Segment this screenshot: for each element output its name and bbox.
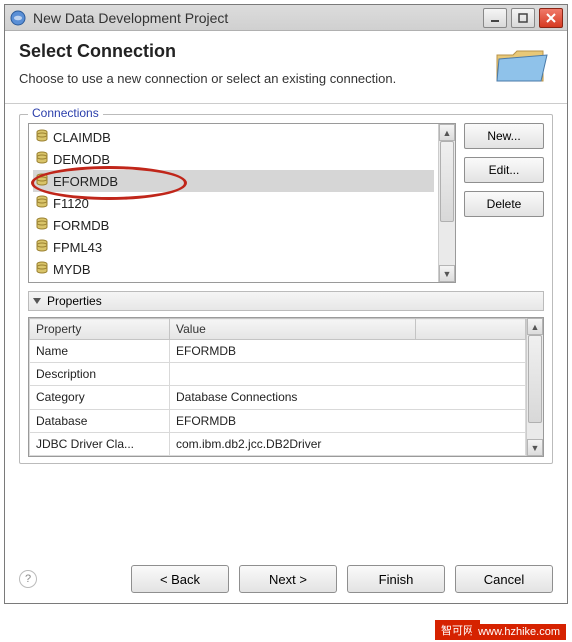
properties-label: Properties [47, 294, 102, 308]
prop-key: Category [30, 386, 170, 409]
title-bar: New Data Development Project [5, 5, 567, 31]
scroll-up-button[interactable]: ▲ [527, 318, 543, 335]
prop-key: Description [30, 363, 170, 386]
window-controls [483, 8, 563, 28]
watermark-right: www.hzhike.com [472, 624, 566, 640]
scroll-track[interactable] [439, 141, 455, 265]
prop-value: Database Connections [170, 386, 526, 409]
connection-label: CLAIMDB [53, 130, 111, 145]
app-icon [9, 9, 27, 27]
connections-list[interactable]: CLAIMDB DEMODB EFORMDB F1120 FORMDB FPML43 MYD… [28, 123, 456, 283]
properties-table: Property Value NameEFORMDBDescriptionCat… [29, 318, 526, 456]
prop-key: JDBC Driver Cla... [30, 432, 170, 455]
scroll-up-button[interactable]: ▲ [439, 124, 455, 141]
scroll-down-button[interactable]: ▼ [439, 265, 455, 282]
connection-label: FORMDB [53, 218, 109, 233]
connection-label: MYDB [53, 262, 91, 277]
connection-label: F1120 [53, 196, 89, 211]
connection-item[interactable]: F1120 [33, 192, 434, 214]
scroll-track[interactable] [527, 335, 543, 439]
minimize-button[interactable] [483, 8, 507, 28]
maximize-button[interactable] [511, 8, 535, 28]
col-value[interactable]: Value [170, 319, 416, 340]
connection-item[interactable]: DEMODB [33, 148, 434, 170]
wizard-button-bar: ? < Back Next > Finish Cancel [5, 565, 567, 593]
next-button[interactable]: Next > [239, 565, 337, 593]
page-description: Choose to use a new connection or select… [19, 70, 483, 88]
table-row[interactable]: NameEFORMDB [30, 340, 526, 363]
close-button[interactable] [539, 8, 563, 28]
prop-key: Name [30, 340, 170, 363]
wizard-header: Select Connection Choose to use a new co… [5, 31, 567, 104]
prop-value [170, 363, 526, 386]
col-property[interactable]: Property [30, 319, 170, 340]
prop-value: EFORMDB [170, 409, 526, 432]
new-button[interactable]: New... [464, 123, 544, 149]
dialog-window: New Data Development Project Select Conn… [4, 4, 568, 604]
properties-header[interactable]: Properties [28, 291, 544, 311]
connection-item[interactable]: CLAIMDB [33, 126, 434, 148]
prop-value: EFORMDB [170, 340, 526, 363]
page-title: Select Connection [19, 41, 483, 62]
list-scrollbar[interactable]: ▲ ▼ [438, 124, 455, 282]
connections-legend: Connections [28, 106, 103, 120]
help-icon[interactable]: ? [19, 570, 37, 588]
connection-label: FPML43 [53, 240, 102, 255]
delete-button[interactable]: Delete [464, 191, 544, 217]
col-blank [416, 319, 526, 340]
connection-item[interactable]: FORMDB [33, 214, 434, 236]
back-button[interactable]: < Back [131, 565, 229, 593]
edit-button[interactable]: Edit... [464, 157, 544, 183]
cancel-button[interactable]: Cancel [455, 565, 553, 593]
window-title: New Data Development Project [33, 10, 483, 26]
prop-key: Database [30, 409, 170, 432]
prop-value: com.ibm.db2.jcc.DB2Driver [170, 432, 526, 455]
connection-item[interactable]: MYDB [33, 258, 434, 280]
connection-item[interactable]: FPML43 [33, 236, 434, 258]
table-row[interactable]: JDBC Driver Cla...com.ibm.db2.jcc.DB2Dri… [30, 432, 526, 455]
table-row[interactable]: DatabaseEFORMDB [30, 409, 526, 432]
properties-scrollbar[interactable]: ▲ ▼ [526, 318, 543, 456]
table-row[interactable]: Description [30, 363, 526, 386]
finish-button[interactable]: Finish [347, 565, 445, 593]
connection-item[interactable]: EFORMDB [33, 170, 434, 192]
scroll-thumb[interactable] [528, 335, 542, 423]
scroll-down-button[interactable]: ▼ [527, 439, 543, 456]
folder-banner-icon [491, 41, 551, 89]
connection-label: DEMODB [53, 152, 110, 167]
table-row[interactable]: CategoryDatabase Connections [30, 386, 526, 409]
collapse-triangle-icon [33, 298, 41, 304]
connection-label: EFORMDB [53, 174, 118, 189]
scroll-thumb[interactable] [440, 141, 454, 222]
connections-group: Connections CLAIMDBDEMODBEFORMDBF1120FOR… [19, 114, 553, 464]
properties-table-wrap: Property Value NameEFORMDBDescriptionCat… [28, 317, 544, 457]
